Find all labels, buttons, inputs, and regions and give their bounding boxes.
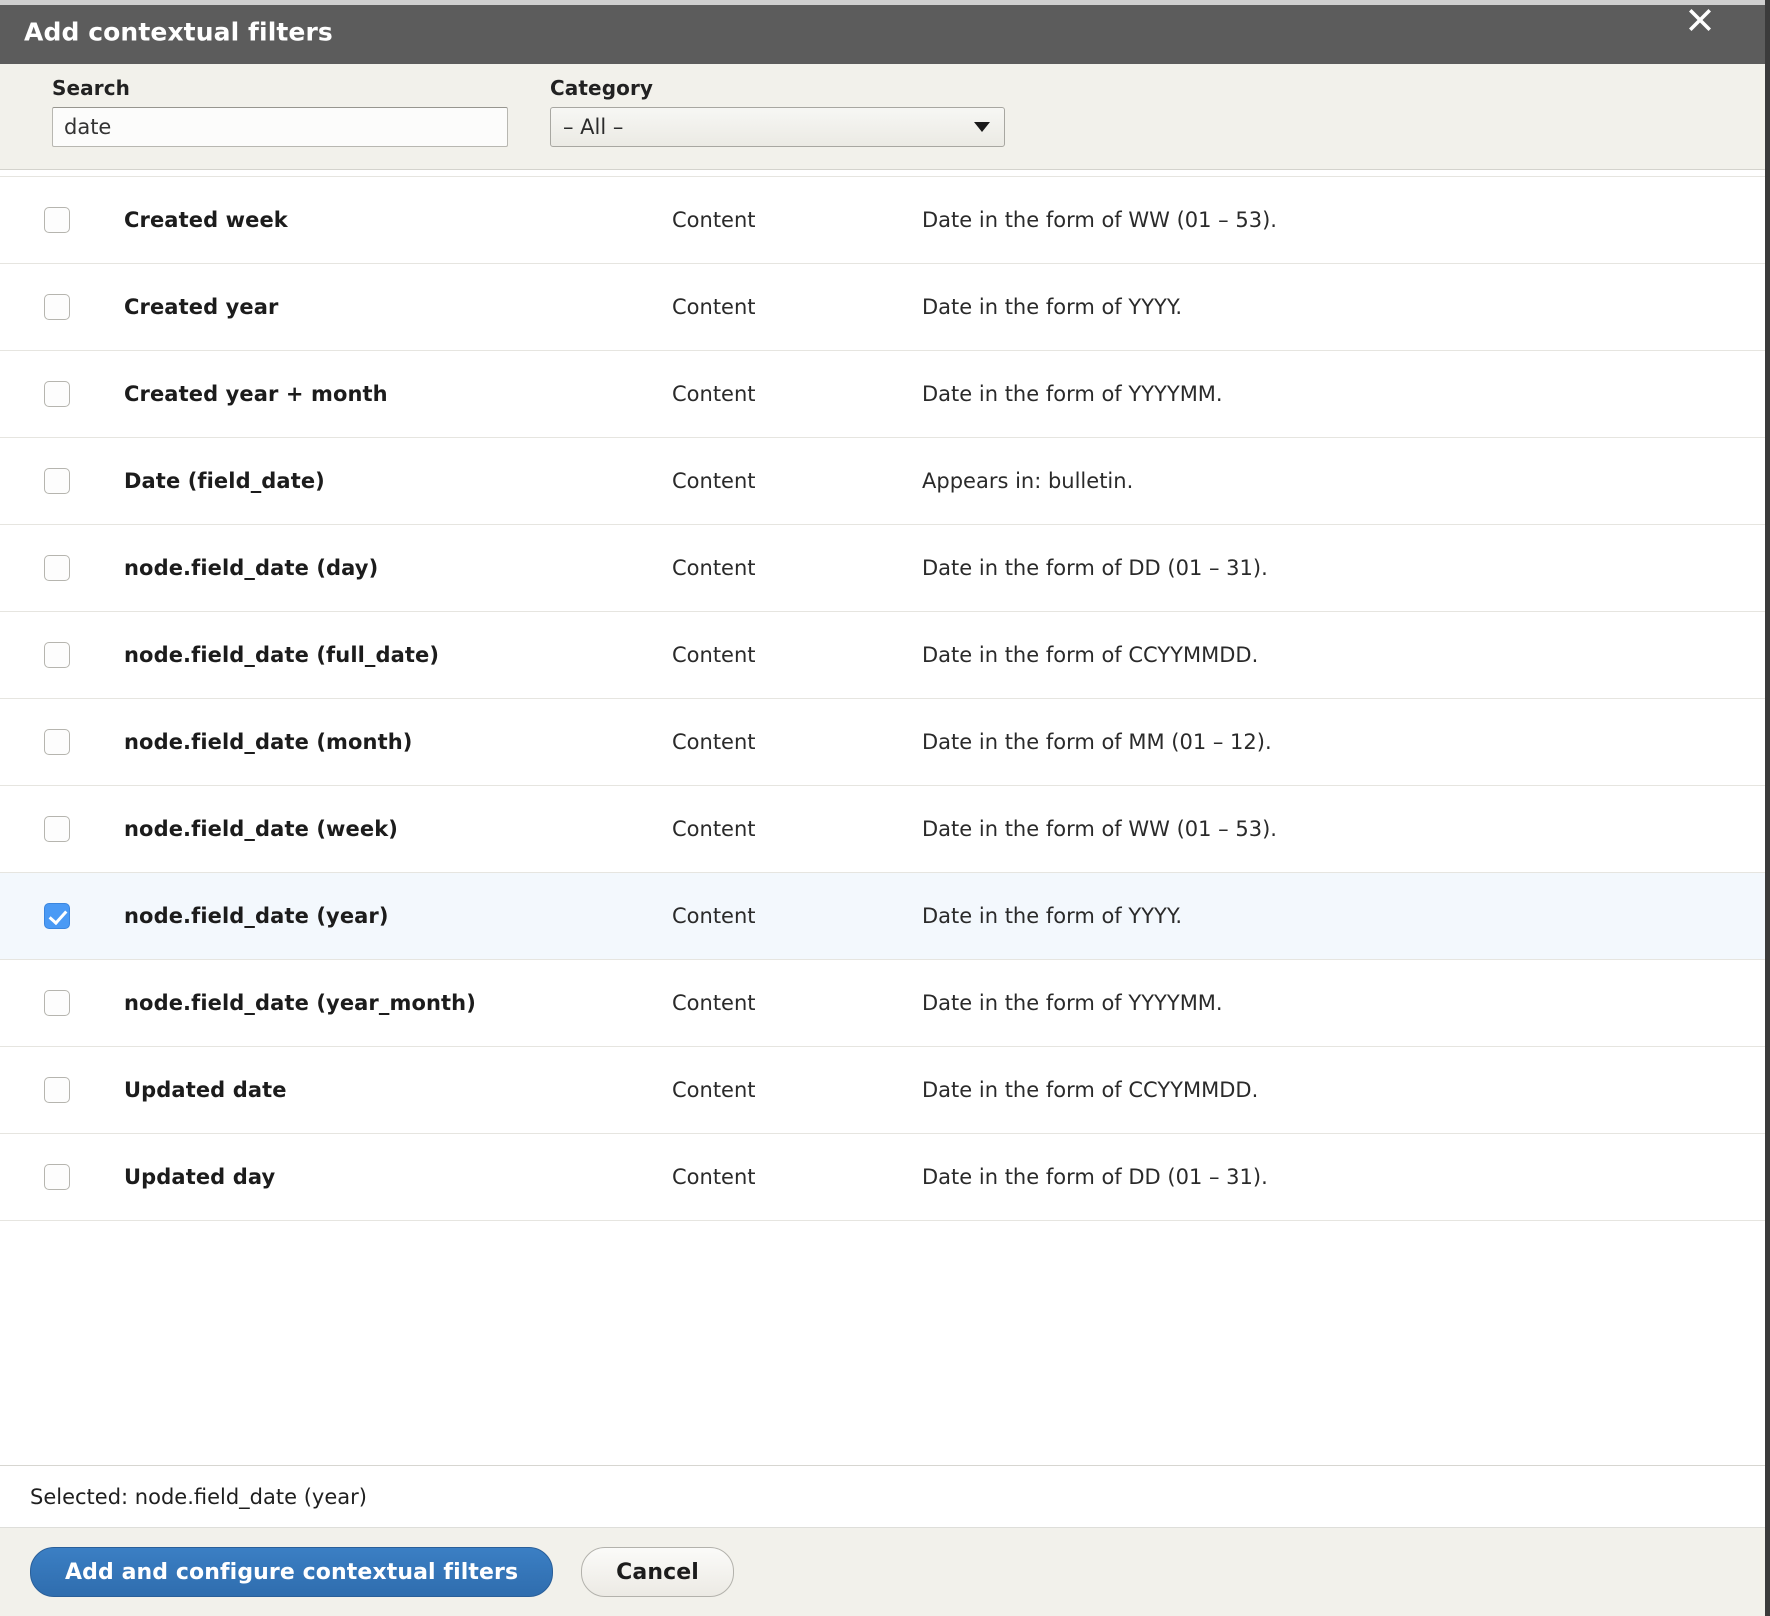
row-category: Content — [672, 469, 756, 493]
row-category: Content — [672, 382, 756, 406]
search-input[interactable] — [52, 107, 508, 147]
row-description: Date in the form of CCYYMMDD. — [922, 643, 1259, 667]
row-checkbox-cell — [20, 1077, 124, 1103]
row-checkbox-cell — [20, 642, 124, 668]
page-right-gutter — [1765, 0, 1770, 1616]
row-checkbox-cell — [20, 1164, 124, 1190]
row-checkbox-cell — [20, 468, 124, 494]
row-name: Created year — [124, 295, 279, 319]
table-row[interactable]: node.field_date (year) Content Date in the… — [0, 873, 1765, 960]
close-icon[interactable] — [1683, 2, 1717, 36]
chevron-down-icon — [974, 122, 990, 132]
row-category: Content — [672, 1165, 756, 1189]
row-name: Created year + month — [124, 382, 388, 406]
row-description: Date in the form of YYYYMM. — [922, 382, 1223, 406]
search-field-group: Search — [52, 76, 508, 147]
row-checkbox[interactable] — [44, 294, 70, 320]
row-category: Content — [672, 817, 756, 841]
selected-status: Selected: node.field_date (year) — [0, 1465, 1765, 1527]
row-description: Date in the form of DD (01 – 31). — [922, 556, 1268, 580]
table-row[interactable]: node.field_date (day) Content Date in the … — [0, 525, 1765, 612]
row-checkbox-cell — [20, 903, 124, 929]
row-category: Content — [672, 208, 756, 232]
row-description: Appears in: bulletin. — [922, 469, 1134, 493]
row-checkbox[interactable] — [44, 729, 70, 755]
row-category: Content — [672, 643, 756, 667]
row-checkbox[interactable] — [44, 816, 70, 842]
row-checkbox[interactable] — [44, 903, 70, 929]
row-name: node.field_date (week) — [124, 817, 398, 841]
filters-table-scroll[interactable]: Created monthContentDate in the form of … — [0, 170, 1765, 1465]
row-name: node.field_date (full_date) — [124, 643, 440, 667]
row-checkbox-cell — [20, 207, 124, 233]
row-checkbox[interactable] — [44, 468, 70, 494]
row-name: Updated day — [124, 1165, 276, 1189]
table-row[interactable]: node.field_date (month) Content Date in th… — [0, 699, 1765, 786]
row-checkbox[interactable] — [44, 642, 70, 668]
row-name: Updated date — [124, 1078, 287, 1102]
row-name: node.field_date (month) — [124, 730, 413, 754]
add-and-configure-button[interactable]: Add and configure contextual filters — [30, 1547, 554, 1597]
row-checkbox[interactable] — [44, 207, 70, 233]
row-name: Created week — [124, 208, 288, 232]
row-checkbox-cell — [20, 816, 124, 842]
add-contextual-filters-dialog: Add contextual filters Search Category –… — [0, 0, 1765, 1616]
search-label: Search — [52, 76, 131, 100]
table-row[interactable]: Created year + month Content Date in the f… — [0, 351, 1765, 438]
table-row[interactable]: Date (field_date) Content Appears in: bull… — [0, 438, 1765, 525]
cancel-button[interactable]: Cancel — [581, 1547, 734, 1597]
filters-table: Created monthContentDate in the form of … — [0, 170, 1765, 1221]
row-description: Date in the form of WW (01 – 53). — [922, 208, 1277, 232]
table-row[interactable]: node.field_date (week) Content Date in the… — [0, 786, 1765, 873]
table-row[interactable]: Updated date Content Date in the form of C… — [0, 1047, 1765, 1134]
row-description: Date in the form of DD (01 – 31). — [922, 1165, 1268, 1189]
row-description: Date in the form of CCYYMMDD. — [922, 1078, 1259, 1102]
filter-bar: Search Category – All – — [0, 64, 1765, 170]
row-category: Content — [672, 1078, 756, 1102]
row-checkbox[interactable] — [44, 1164, 70, 1190]
page-top-strip — [0, 0, 1765, 5]
dialog-title: Add contextual filters — [24, 17, 333, 47]
table-row[interactable]: Created year Content Date in the form of Y… — [0, 264, 1765, 351]
row-checkbox-cell — [20, 990, 124, 1016]
dialog-footer: Add and configure contextual filters Can… — [0, 1527, 1765, 1616]
row-checkbox-cell — [20, 294, 124, 320]
selected-status-text: Selected: node.field_date (year) — [30, 1484, 367, 1509]
row-name: node.field_date (year) — [124, 904, 389, 928]
table-row[interactable]: Created week Content Date in the form of W… — [0, 177, 1765, 264]
dialog-titlebar: Add contextual filters — [0, 0, 1765, 64]
category-selected-value: – All – — [563, 115, 624, 139]
category-label: Category — [550, 76, 654, 100]
row-category: Content — [672, 730, 756, 754]
row-name: node.field_date (year_month) — [124, 991, 476, 1015]
row-checkbox-cell — [20, 381, 124, 407]
category-field-group: Category – All – — [550, 76, 1005, 147]
row-description: Date in the form of YYYYMM. — [922, 991, 1223, 1015]
row-checkbox[interactable] — [44, 990, 70, 1016]
row-checkbox-cell — [20, 729, 124, 755]
table-row[interactable]: node.field_date (year_month) Content Date … — [0, 960, 1765, 1047]
row-category: Content — [672, 295, 756, 319]
row-name: node.field_date (day) — [124, 556, 379, 580]
row-description: Date in the form of MM (01 – 12). — [922, 730, 1272, 754]
row-category: Content — [672, 556, 756, 580]
row-checkbox[interactable] — [44, 381, 70, 407]
table-row[interactable]: node.field_date (full_date) Content Date i… — [0, 612, 1765, 699]
table-row[interactable]: Updated day Content Date in the form of DD… — [0, 1134, 1765, 1221]
category-select[interactable]: – All – — [550, 107, 1005, 147]
row-checkbox[interactable] — [44, 1077, 70, 1103]
row-checkbox-cell — [20, 555, 124, 581]
row-name: Date (field_date) — [124, 469, 325, 493]
table-row[interactable]: Created monthContentDate in the form of … — [0, 170, 1765, 177]
row-category: Content — [672, 904, 756, 928]
row-category: Content — [672, 991, 756, 1015]
row-description: Date in the form of YYYY. — [922, 295, 1183, 319]
row-checkbox[interactable] — [44, 555, 70, 581]
row-description: Date in the form of WW (01 – 53). — [922, 817, 1277, 841]
row-description: Date in the form of YYYY. — [922, 904, 1183, 928]
